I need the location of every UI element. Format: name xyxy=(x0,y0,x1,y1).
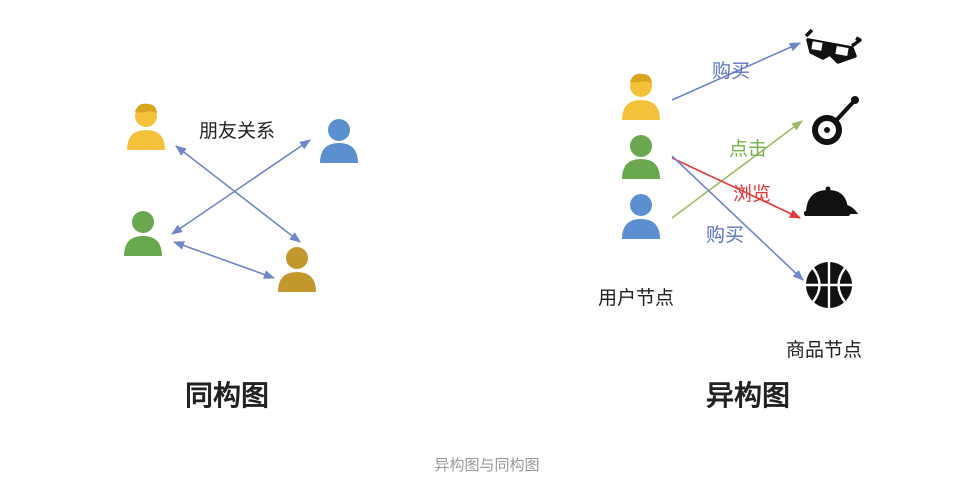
edge-label-buy-2: 购买 xyxy=(706,224,745,246)
user-blue-icon xyxy=(622,194,660,239)
user-nodes-label: 用户节点 xyxy=(598,287,675,309)
banjo-icon xyxy=(812,96,859,145)
figure-panel: 朋友关系 同构图 购买 点击 浏览 购买 用户节点 商品节点 异构图 xyxy=(0,0,974,430)
user-green-icon xyxy=(622,135,660,179)
edge-label-click: 点击 xyxy=(729,138,768,160)
item-nodes-label: 商品节点 xyxy=(786,339,863,361)
basketball-icon xyxy=(806,262,852,308)
user-yellow-icon xyxy=(127,103,165,150)
edge-green-basketball xyxy=(671,155,804,281)
3d-glasses-icon xyxy=(804,28,862,64)
figure-caption: 异构图与同构图 xyxy=(434,456,540,474)
friend-edge-green-gold xyxy=(172,241,276,279)
user-gold-icon xyxy=(278,247,316,292)
homogeneous-title: 同构图 xyxy=(185,379,270,412)
user-yellow-icon xyxy=(622,73,660,120)
graph-diagram xyxy=(124,28,862,308)
relation-label: 朋友关系 xyxy=(199,120,276,142)
user-green-icon xyxy=(124,211,162,256)
heterogeneous-title: 异构图 xyxy=(706,379,791,412)
cap-icon xyxy=(804,186,858,216)
edge-label-buy-1: 购买 xyxy=(712,60,751,82)
user-blue-icon xyxy=(320,119,358,163)
friend-edge-blue-green xyxy=(171,139,311,235)
edge-label-browse: 浏览 xyxy=(733,183,772,205)
